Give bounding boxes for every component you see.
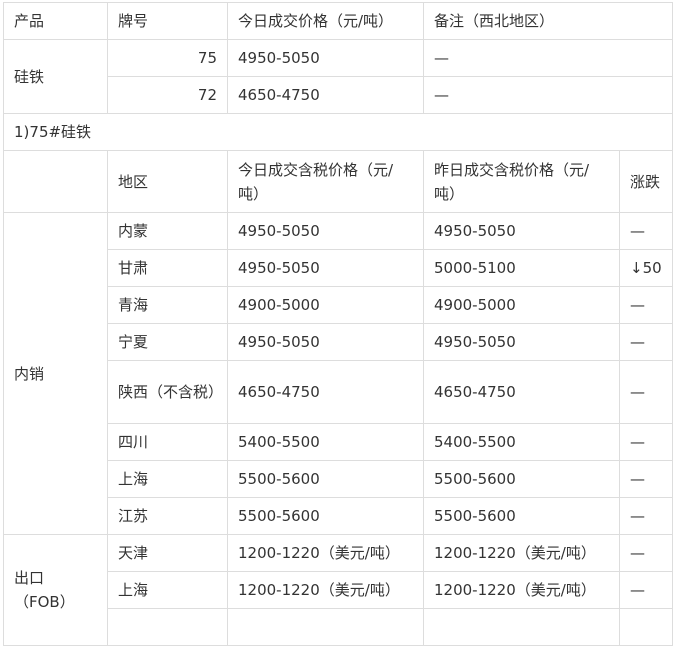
header-remark: 备注（西北地区） xyxy=(422,2,674,40)
change-cell: — xyxy=(618,423,674,461)
grade-cell: 75 xyxy=(107,39,228,77)
header-region: 地区 xyxy=(107,150,228,213)
price-table: 产品 牌号 今日成交价格（元/吨） 备注（西北地区） 硅铁 75 4950-50… xyxy=(2,2,674,646)
yesterday-price-cell: 5000-5100 xyxy=(423,249,620,287)
region-cell: 甘肃 xyxy=(107,249,228,287)
region-cell: 陕西（不含税） xyxy=(107,360,228,424)
change-cell: ↓50 xyxy=(618,249,674,287)
region-cell: 江苏 xyxy=(107,497,228,535)
yesterday-price-cell: 4950-5050 xyxy=(423,212,620,250)
yesterday-price-cell: 5500-5600 xyxy=(423,460,620,498)
remark-cell: — xyxy=(422,39,674,77)
region-cell: 上海 xyxy=(107,460,228,498)
table2-header-row: 地区 今日成交含税价格（元/吨） 昨日成交含税价格（元/吨） 涨跌 xyxy=(3,150,674,213)
table-row: 出口（FOB） 天津 1200-1220（美元/吨） 1200-1220（美元/… xyxy=(3,534,674,646)
product-name: 硅铁 xyxy=(3,39,108,114)
change-cell: — xyxy=(618,534,674,572)
price-cell: 4950-5050 xyxy=(227,39,424,77)
today-price-cell: 4650-4750 xyxy=(227,360,424,424)
table-row: 硅铁 75 4950-5050 — xyxy=(3,39,674,114)
header-grade: 牌号 xyxy=(107,2,228,40)
domestic-label: 内销 xyxy=(3,212,108,535)
header-today-tax-price: 今日成交含税价格（元/吨） xyxy=(227,150,424,213)
export-label: 出口（FOB） xyxy=(3,534,108,646)
region-cell: 宁夏 xyxy=(107,323,228,361)
today-price-cell: 1200-1220（美元/吨） xyxy=(227,534,424,572)
region-cell: 四川 xyxy=(107,423,228,461)
grade-cell: 72 xyxy=(107,76,228,114)
region-cell: 天津 xyxy=(107,534,228,572)
today-price-cell: 4950-5050 xyxy=(227,212,424,250)
change-cell: — xyxy=(618,571,674,609)
empty-cell xyxy=(423,608,620,646)
header-yesterday-tax-price: 昨日成交含税价格（元/吨） xyxy=(423,150,620,213)
remark-cell: — xyxy=(422,76,674,114)
today-price-cell: 5500-5600 xyxy=(227,497,424,535)
header-blank xyxy=(3,150,108,213)
region-cell: 上海 xyxy=(107,571,228,609)
change-cell: — xyxy=(618,286,674,324)
yesterday-price-cell: 5500-5600 xyxy=(423,497,620,535)
today-price-cell: 5400-5500 xyxy=(227,423,424,461)
table-row: 内销 内蒙 4950-5050 4950-5050 — xyxy=(3,212,674,535)
header-today-price: 今日成交价格（元/吨） xyxy=(227,2,424,40)
change-cell: — xyxy=(618,212,674,250)
today-price-cell: 4950-5050 xyxy=(227,249,424,287)
header-change: 涨跌 xyxy=(618,150,674,213)
yesterday-price-cell: 4900-5000 xyxy=(423,286,620,324)
yesterday-price-cell: 1200-1220（美元/吨） xyxy=(423,534,620,572)
header-product: 产品 xyxy=(3,2,108,40)
today-price-cell: 5500-5600 xyxy=(227,460,424,498)
change-cell: — xyxy=(618,360,674,424)
change-cell: — xyxy=(618,460,674,498)
change-cell: — xyxy=(618,323,674,361)
yesterday-price-cell: 4950-5050 xyxy=(423,323,620,361)
section-label: 1)75#硅铁 xyxy=(2,113,674,151)
today-price-cell: 4900-5000 xyxy=(227,286,424,324)
empty-cell xyxy=(618,608,674,646)
change-cell: — xyxy=(618,497,674,535)
empty-cell xyxy=(227,608,424,646)
yesterday-price-cell: 4650-4750 xyxy=(423,360,620,424)
region-cell: 青海 xyxy=(107,286,228,324)
yesterday-price-cell: 5400-5500 xyxy=(423,423,620,461)
empty-cell xyxy=(107,608,228,646)
table1-header-row: 产品 牌号 今日成交价格（元/吨） 备注（西北地区） xyxy=(3,2,674,40)
section-row: 1)75#硅铁 xyxy=(2,113,674,151)
today-price-cell: 1200-1220（美元/吨） xyxy=(227,571,424,609)
today-price-cell: 4950-5050 xyxy=(227,323,424,361)
yesterday-price-cell: 1200-1220（美元/吨） xyxy=(423,571,620,609)
price-cell: 4650-4750 xyxy=(227,76,424,114)
region-cell: 内蒙 xyxy=(107,212,228,250)
